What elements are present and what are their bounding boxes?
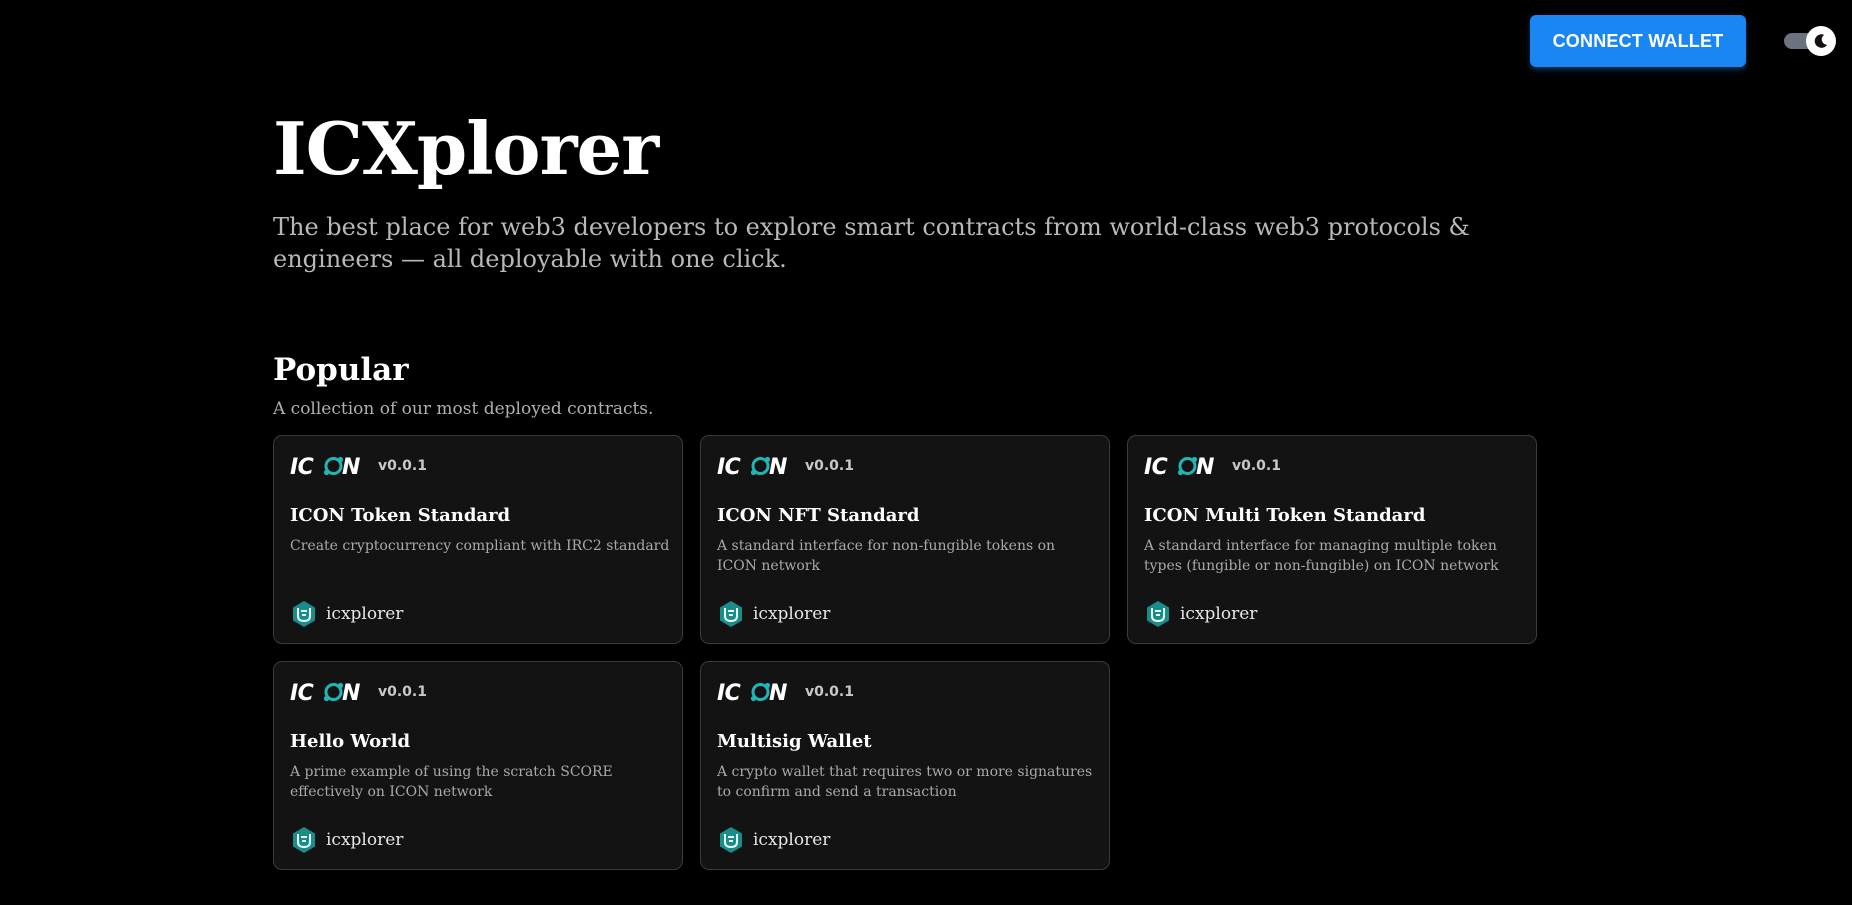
icon-logo: IC N	[290, 455, 361, 479]
card-title: Hello World	[290, 731, 411, 752]
author-name: icxplorer	[326, 830, 404, 850]
version-badge: v0.0.1	[805, 458, 854, 474]
author-avatar-icon	[293, 601, 315, 627]
toggle-knob	[1806, 26, 1836, 56]
contract-card[interactable]: IC N v0.0.1 ICON Multi Token Standard A s…	[1127, 435, 1537, 644]
card-author: icxplorer	[717, 600, 830, 628]
card-description: A standard interface for non-fungible to…	[717, 538, 1056, 574]
version-badge: v0.0.1	[805, 684, 854, 700]
icon-logo: IC N	[717, 681, 788, 705]
version-badge: v0.0.1	[378, 684, 427, 700]
author-avatar-icon	[720, 827, 742, 853]
hero: ICXplorer The best place for web3 develo…	[273, 105, 1553, 275]
popular-section: Popular A collection of our most deploye…	[273, 350, 1553, 420]
version-badge: v0.0.1	[1232, 458, 1281, 474]
card-author: icxplorer	[1144, 600, 1257, 628]
author-avatar-icon	[1147, 601, 1169, 627]
card-description: A prime example of using the scratch SCO…	[290, 764, 613, 800]
card-header: IC N v0.0.1	[290, 678, 427, 706]
card-title: ICON Multi Token Standard	[1144, 505, 1426, 526]
icon-logo: IC N	[290, 681, 361, 705]
moon-icon	[1814, 34, 1828, 48]
version-badge: v0.0.1	[378, 458, 427, 474]
contract-card[interactable]: IC N v0.0.1 Multisig Wallet A crypto wall…	[700, 661, 1110, 870]
card-description: Create cryptocurrency compliant with IRC…	[290, 538, 670, 554]
contract-grid: IC N v0.0.1 ICON Token Standard Create cr…	[273, 435, 1537, 870]
card-description: A crypto wallet that requires two or mor…	[717, 764, 1093, 800]
theme-toggle[interactable]	[1782, 26, 1836, 56]
contract-card[interactable]: IC N v0.0.1 ICON NFT Standard A standard …	[700, 435, 1110, 644]
icon-logo: IC N	[717, 455, 788, 479]
card-header: IC N v0.0.1	[717, 452, 854, 480]
author-avatar-icon	[293, 827, 315, 853]
card-author: icxplorer	[717, 826, 830, 854]
author-avatar-icon	[720, 601, 742, 627]
top-bar: CONNECT WALLET	[0, 0, 1852, 80]
card-title: Multisig Wallet	[717, 731, 872, 752]
section-subtitle: A collection of our most deployed contra…	[273, 399, 654, 419]
card-title: ICON Token Standard	[290, 505, 511, 526]
card-header: IC N v0.0.1	[1144, 452, 1281, 480]
author-name: icxplorer	[326, 604, 404, 624]
section-title: Popular	[273, 352, 409, 388]
author-name: icxplorer	[753, 830, 831, 850]
card-header: IC N v0.0.1	[290, 452, 427, 480]
page-subtitle: The best place for web3 developers to ex…	[273, 213, 1470, 273]
page-title: ICXplorer	[273, 106, 659, 191]
icon-logo: IC N	[1144, 455, 1215, 479]
card-author: icxplorer	[290, 600, 403, 628]
connect-wallet-button[interactable]: CONNECT WALLET	[1530, 15, 1746, 67]
card-title: ICON NFT Standard	[717, 505, 920, 526]
contract-card[interactable]: IC N v0.0.1 Hello World A prime example o…	[273, 661, 683, 870]
contract-card[interactable]: IC N v0.0.1 ICON Token Standard Create cr…	[273, 435, 683, 644]
author-name: icxplorer	[1180, 604, 1258, 624]
author-name: icxplorer	[753, 604, 831, 624]
card-description: A standard interface for managing multip…	[1144, 538, 1499, 574]
card-author: icxplorer	[290, 826, 403, 854]
card-header: IC N v0.0.1	[717, 678, 854, 706]
